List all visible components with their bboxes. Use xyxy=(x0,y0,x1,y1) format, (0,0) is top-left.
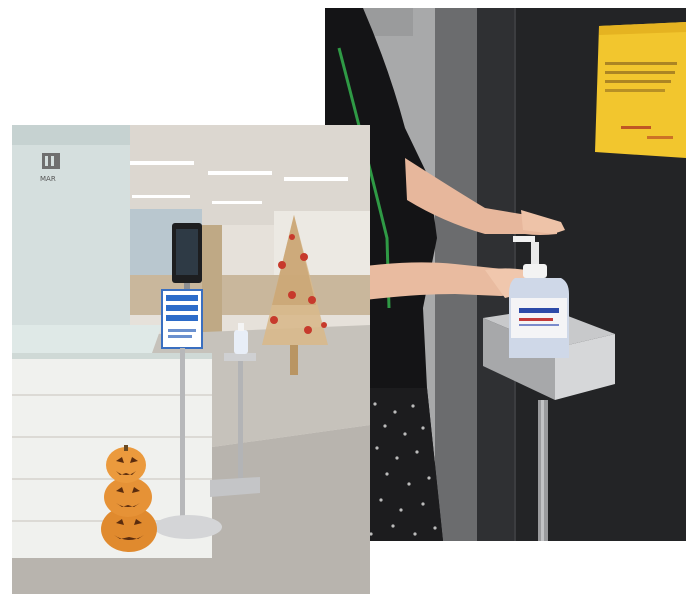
reception-wall xyxy=(12,125,130,335)
office-reception-photo: MAR xyxy=(12,125,370,594)
logo-text: MAR xyxy=(40,175,56,183)
office-reception-scene: MAR xyxy=(12,125,370,594)
hand-sanitizer-photo xyxy=(325,8,686,541)
yellow-notice-sign xyxy=(595,22,686,158)
hand-sanitizer-scene xyxy=(325,8,686,541)
